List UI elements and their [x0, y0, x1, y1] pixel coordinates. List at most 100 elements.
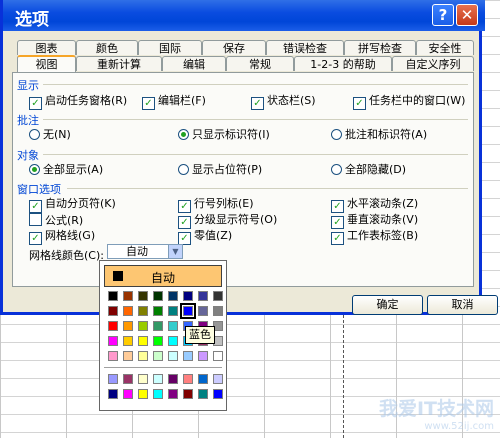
color-swatch[interactable]: [108, 351, 118, 361]
page-breaks-checkbox[interactable]: ✓ 自动分页符(K): [29, 197, 116, 213]
divider: [67, 188, 468, 189]
tab-security[interactable]: 安全性: [416, 40, 474, 55]
zero-values-checkbox[interactable]: ✓ 零值(Z): [178, 229, 232, 245]
objects-hide-all-radio[interactable]: 全部隐藏(D): [331, 163, 406, 176]
color-swatch[interactable]: [198, 306, 208, 316]
color-swatch[interactable]: [123, 389, 133, 399]
horizontal-scrollbar-checkbox[interactable]: ✓ 水平滚动条(Z): [331, 197, 418, 213]
color-swatch[interactable]: [198, 389, 208, 399]
windows-in-taskbar-checkbox[interactable]: ✓ 任务栏中的窗口(W): [353, 94, 465, 110]
tab-custom-lists[interactable]: 自定义序列: [392, 56, 474, 71]
color-swatch[interactable]: [138, 374, 148, 384]
divider: [104, 367, 222, 368]
checkmark-icon: ✓: [331, 200, 344, 213]
color-swatch[interactable]: [183, 374, 193, 384]
color-swatch[interactable]: [213, 291, 223, 301]
close-icon: ✕: [460, 6, 474, 24]
color-swatch[interactable]: [108, 374, 118, 384]
objects-show-all-radio[interactable]: 全部显示(A): [29, 163, 103, 176]
row-col-headers-checkbox[interactable]: ✓ 行号列标(E): [178, 197, 254, 213]
tab-color[interactable]: 颜色: [76, 40, 138, 55]
color-swatch[interactable]: [108, 336, 118, 346]
color-swatch[interactable]: [138, 291, 148, 301]
comments-and-indicator-radio[interactable]: 批注和标识符(A): [331, 128, 427, 141]
color-swatch[interactable]: [138, 321, 148, 331]
color-swatch[interactable]: [198, 351, 208, 361]
color-swatch[interactable]: [138, 389, 148, 399]
color-swatch[interactable]: [153, 351, 163, 361]
color-swatch[interactable]: [138, 306, 148, 316]
color-swatch[interactable]: [168, 351, 178, 361]
color-swatch[interactable]: [123, 374, 133, 384]
color-swatch[interactable]: [168, 336, 178, 346]
color-swatch[interactable]: [153, 291, 163, 301]
color-swatch[interactable]: [123, 336, 133, 346]
color-swatch-selected[interactable]: [180, 303, 196, 319]
help-button[interactable]: ?: [432, 4, 454, 26]
color-tooltip: 蓝色: [185, 326, 215, 344]
gridline-color-dropdown[interactable]: 自动 ▼: [107, 244, 183, 259]
tab-general[interactable]: 常规: [226, 56, 294, 71]
cancel-button[interactable]: 取消: [427, 295, 498, 315]
color-swatch[interactable]: [108, 321, 118, 331]
formulas-checkbox[interactable]: 公式(R): [29, 213, 83, 227]
color-swatch[interactable]: [183, 291, 193, 301]
color-swatch[interactable]: [213, 389, 223, 399]
tab-error-checking[interactable]: 错误检查: [266, 40, 344, 55]
color-swatch[interactable]: [198, 291, 208, 301]
tab-international[interactable]: 国际: [138, 40, 202, 55]
color-swatch[interactable]: [168, 291, 178, 301]
tab-edit[interactable]: 编辑: [162, 56, 226, 71]
color-swatch[interactable]: [123, 306, 133, 316]
color-swatch[interactable]: [153, 336, 163, 346]
color-swatch[interactable]: [183, 389, 193, 399]
ok-button[interactable]: 确定: [352, 295, 423, 315]
color-swatch[interactable]: [123, 291, 133, 301]
chevron-down-icon[interactable]: ▼: [168, 245, 182, 258]
tab-lotus-help[interactable]: 1-2-3 的帮助: [294, 56, 392, 71]
checkmark-icon: ✓: [142, 97, 155, 110]
color-swatch[interactable]: [213, 374, 223, 384]
sheet-tabs-checkbox[interactable]: ✓ 工作表标签(B): [331, 229, 418, 245]
color-swatch[interactable]: [153, 321, 163, 331]
color-swatch[interactable]: [213, 306, 223, 316]
tab-spelling[interactable]: 拼写检查: [344, 40, 416, 55]
color-swatch[interactable]: [138, 336, 148, 346]
formula-bar-checkbox[interactable]: ✓ 编辑栏(F): [142, 94, 206, 110]
color-swatch[interactable]: [168, 321, 178, 331]
status-bar-checkbox[interactable]: ✓ 状态栏(S): [251, 94, 316, 110]
title-bar[interactable]: 选项 ? ✕: [3, 0, 485, 31]
gridlines-checkbox[interactable]: ✓ 网格线(G): [29, 229, 95, 245]
close-button[interactable]: ✕: [456, 4, 478, 26]
color-swatch[interactable]: [108, 306, 118, 316]
section-title-window-options: 窗口选项: [17, 183, 61, 196]
tab-view[interactable]: 视图: [17, 55, 76, 73]
color-swatch[interactable]: [198, 374, 208, 384]
color-swatch[interactable]: [153, 389, 163, 399]
tab-calculation[interactable]: 重新计算: [76, 56, 162, 71]
color-swatch[interactable]: [138, 351, 148, 361]
color-swatch[interactable]: [153, 374, 163, 384]
color-swatch[interactable]: [108, 291, 118, 301]
dialog-title: 选项: [15, 10, 49, 30]
comments-indicator-only-radio[interactable]: 只显示标识符(I): [178, 128, 270, 141]
color-swatch[interactable]: [108, 389, 118, 399]
tab-chart[interactable]: 图表: [17, 40, 76, 55]
tab-save[interactable]: 保存: [202, 40, 266, 55]
color-swatch[interactable]: [153, 306, 163, 316]
color-swatch[interactable]: [168, 306, 178, 316]
comments-none-radio[interactable]: 无(N): [29, 128, 71, 141]
color-swatch[interactable]: [213, 351, 223, 361]
color-swatch[interactable]: [123, 351, 133, 361]
section-title-objects: 对象: [17, 149, 39, 162]
color-swatch[interactable]: [168, 389, 178, 399]
automatic-color-button[interactable]: 自动: [104, 265, 222, 287]
startup-task-pane-checkbox[interactable]: ✓ 启动任务窗格(R): [29, 94, 127, 110]
objects-placeholders-radio[interactable]: 显示占位符(P): [178, 163, 262, 176]
divider: [43, 119, 468, 120]
color-swatch[interactable]: [168, 374, 178, 384]
vertical-scrollbar-checkbox[interactable]: ✓ 垂直滚动条(V): [331, 213, 418, 229]
color-swatch[interactable]: [123, 321, 133, 331]
outline-symbols-checkbox[interactable]: ✓ 分级显示符号(O): [178, 213, 277, 229]
color-swatch[interactable]: [183, 351, 193, 361]
